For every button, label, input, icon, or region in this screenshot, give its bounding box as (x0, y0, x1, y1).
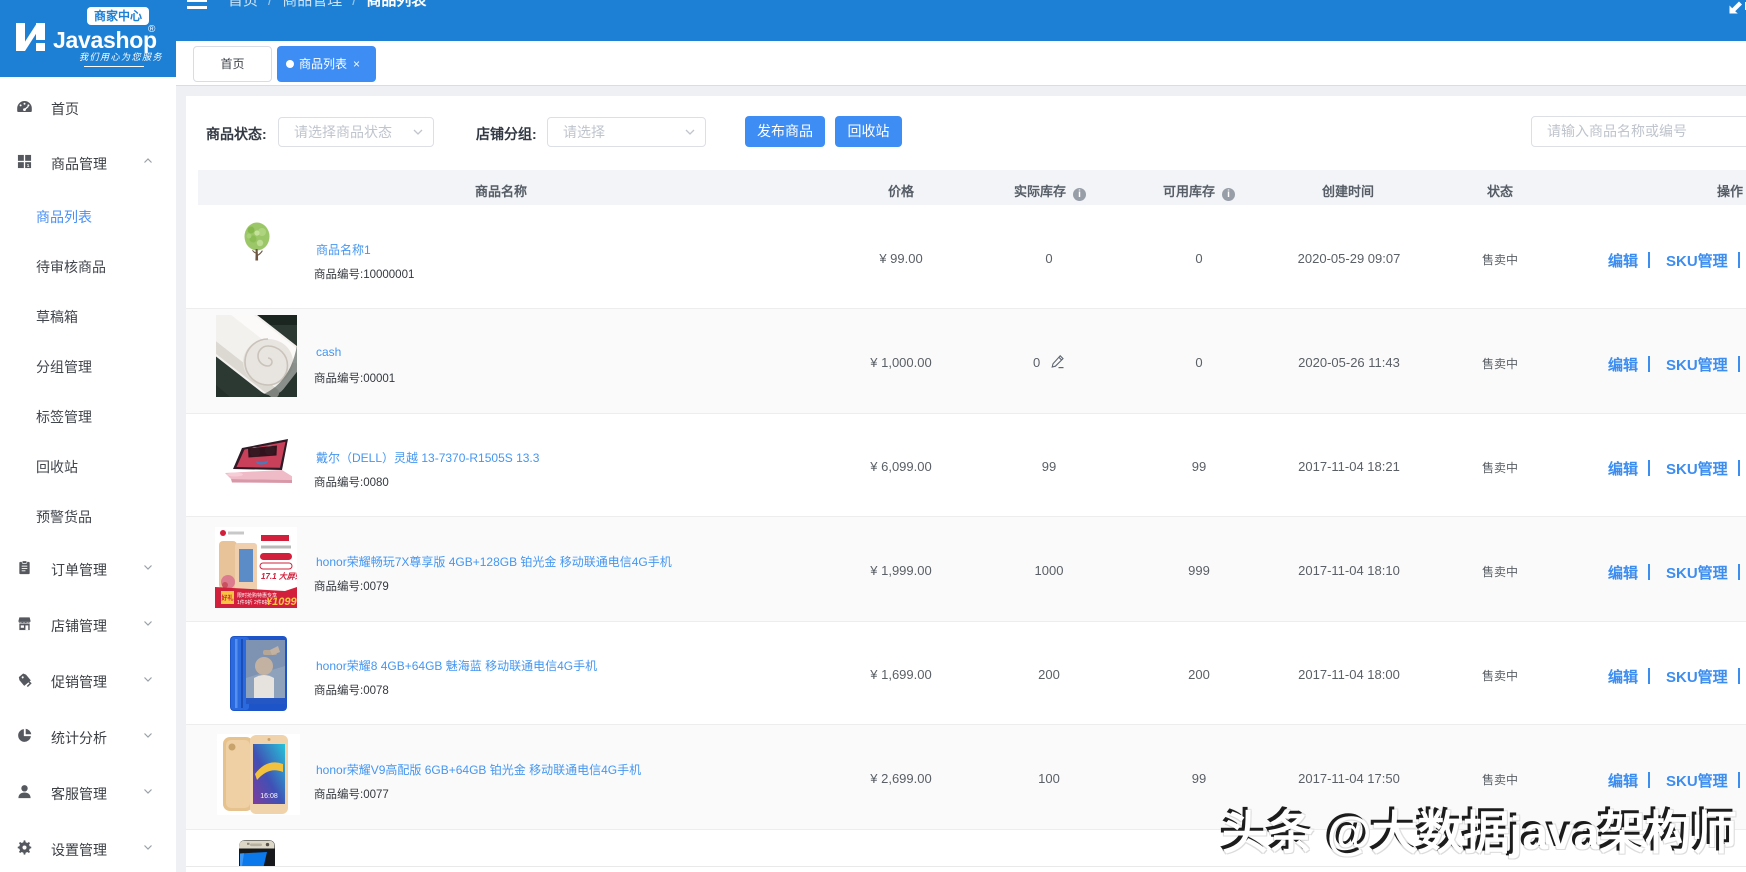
svg-text:¥1099: ¥1099 (266, 596, 297, 608)
svg-text:17.1 大屏荣耀: 17.1 大屏荣耀 (261, 572, 297, 581)
svg-text:1件9折 2件8折: 1件9折 2件8折 (237, 599, 270, 606)
svg-text:1: 1 (27, 163, 30, 168)
svg-text:好礼: 好礼 (220, 594, 233, 602)
svg-text:16:08: 16:08 (260, 793, 278, 800)
